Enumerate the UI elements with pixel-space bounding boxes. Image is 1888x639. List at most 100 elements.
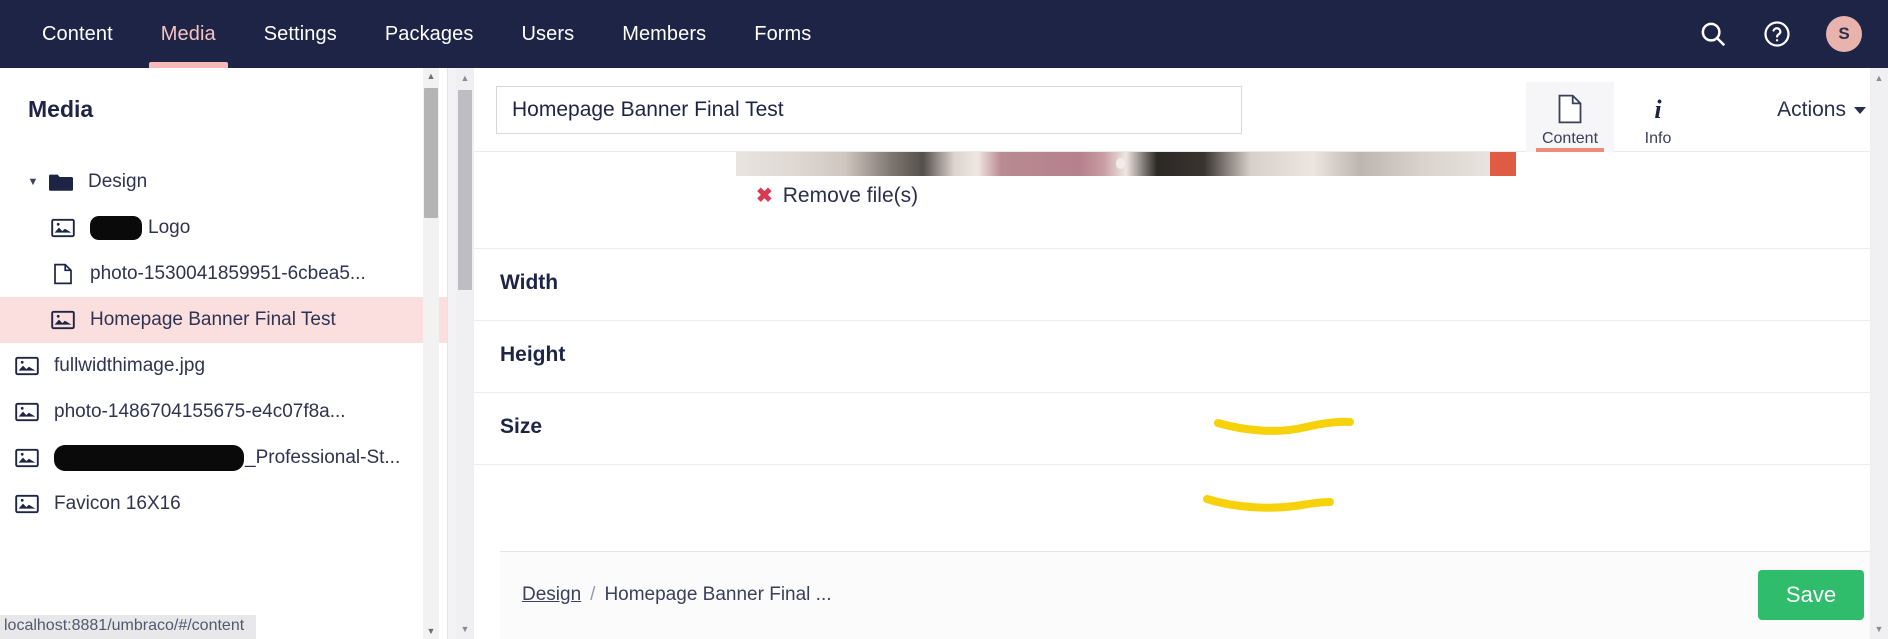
media-name-input[interactable] [496,85,1242,134]
svg-text:i: i [1654,95,1662,124]
tree-item-label: _Professional-St... [54,445,400,471]
breadcrumb-link-design[interactable]: Design [522,584,581,606]
chevron-down-icon[interactable]: ▼ [22,176,44,188]
tree-item-photo-1530041859951[interactable]: photo-1530041859951-6cbea5... [0,251,447,297]
media-tree: ▼ Design Logo photo-1530041859951-6cbea5… [0,159,447,527]
tree-item-label: photo-1530041859951-6cbea5... [90,263,366,284]
top-nav-actions: S [1698,0,1862,68]
redaction-block [54,445,244,471]
editor-body: ✖ Remove file(s) Width Height Size [474,152,1888,555]
avatar[interactable]: S [1826,16,1862,52]
tree-item-label: Favicon 16X16 [54,493,181,514]
uploaded-file-preview [736,152,1516,176]
chevron-down-icon [1854,106,1866,114]
tree-item-text: Logo [148,217,191,239]
tree-item-label: Homepage Banner Final Test [90,309,336,330]
property-label: Width [500,271,559,294]
scroll-up-arrow-icon[interactable]: ▲ [1870,70,1888,86]
preview-highlight [1116,158,1125,169]
nav-item-label: Content [42,22,113,45]
editor-footer: Design / Homepage Banner Final ... Save [500,551,1888,639]
property-label: Size [500,415,543,438]
remove-files-button[interactable]: ✖ Remove file(s) [756,184,918,208]
image-icon [10,494,44,514]
breadcrumb-separator: / [590,584,596,605]
scroll-up-arrow-icon[interactable]: ▲ [456,70,474,86]
tab-label: Info [1644,130,1672,147]
nav-item-media[interactable]: Media [137,0,240,68]
redaction-block [90,216,142,240]
tree-item-photo-1486704155675[interactable]: photo-1486704155675-e4c07f8a... [0,389,447,435]
tree-item-homepage-banner-final-test[interactable]: Homepage Banner Final Test [0,297,447,343]
status-bar-url: localhost:8881/umbraco/#/content [0,615,257,639]
actions-dropdown-button[interactable]: Actions [1777,98,1866,122]
top-navigation-bar: Content Media Settings Packages Users Me… [0,0,1888,68]
image-icon [10,448,44,468]
property-label: Height [500,343,566,366]
scroll-down-arrow-icon[interactable]: ▼ [456,621,474,637]
tab-info[interactable]: i Info [1614,82,1702,152]
tab-content[interactable]: Content [1526,82,1614,152]
tree-item-design[interactable]: ▼ Design [0,159,447,205]
property-row-height: Height [474,320,1888,392]
avatar-initial: S [1838,24,1850,43]
remove-files-label: Remove file(s) [782,184,919,207]
sidebar-scrollbar[interactable]: ▲ ▼ [423,68,439,639]
image-icon [10,402,44,422]
nav-item-label: Media [160,22,216,45]
document-icon [1557,92,1583,126]
tree-item-favicon-16x16[interactable]: Favicon 16X16 [0,481,447,527]
annotation-underline-height [1203,495,1334,512]
property-row-size: Size [474,392,1888,464]
info-italic-icon: i [1645,92,1671,126]
editor-main-region: ▲ ▼ Content i [448,68,1888,639]
editor-scrollbar[interactable]: ▲ ▼ [456,68,474,639]
property-row-width: Width [474,248,1888,320]
editor-tabs: Content i Info [1526,82,1702,152]
scrollbar-thumb[interactable] [458,90,472,290]
tree-item-text: _Professional-St... [245,447,401,469]
tree-item-label: Logo [90,216,190,240]
top-nav-items: Content Media Settings Packages Users Me… [0,0,835,68]
tree-item-fullwidthimage[interactable]: fullwidthimage.jpg [0,343,447,389]
help-circle-icon[interactable] [1762,19,1792,49]
editor-header: Content i Info Actions [474,68,1888,152]
nav-item-label: Forms [754,22,812,45]
property-row-divider [474,464,1888,465]
x-icon: ✖ [756,185,773,207]
scroll-down-arrow-icon[interactable]: ▼ [1870,621,1888,637]
remove-files-row: ✖ Remove file(s) [474,176,1888,230]
nav-item-packages[interactable]: Packages [361,0,498,68]
breadcrumb-current: Homepage Banner Final ... [604,584,832,605]
actions-label: Actions [1777,98,1846,121]
sidebar-title: Media [28,96,94,122]
nav-item-label: Packages [384,22,474,45]
tree-item-label: fullwidthimage.jpg [54,355,206,376]
nav-item-settings[interactable]: Settings [240,0,361,68]
image-icon [46,218,80,238]
image-icon [10,356,44,376]
file-icon [46,263,80,285]
breadcrumb: Design / Homepage Banner Final ... [522,584,832,606]
nav-item-users[interactable]: Users [497,0,598,68]
folder-icon [44,172,78,192]
nav-item-label: Settings [263,22,337,45]
media-sidebar: Media ▼ Design Logo photo-1530041859951-… [0,68,448,639]
tree-item-label: photo-1486704155675-e4c07f8a... [54,401,346,422]
tree-item-label: Design [88,171,148,192]
window-scrollbar[interactable]: ▲ ▼ [1870,68,1888,639]
tab-label: Content [1541,130,1599,147]
nav-item-members[interactable]: Members [598,0,730,68]
save-button[interactable]: Save [1758,570,1864,620]
scrollbar-thumb[interactable] [424,88,438,218]
nav-item-forms[interactable]: Forms [730,0,835,68]
nav-item-label: Members [622,22,707,45]
nav-item-label: Users [521,22,575,45]
search-icon[interactable] [1698,19,1728,49]
tree-item-logo[interactable]: Logo [0,205,447,251]
nav-item-content[interactable]: Content [18,0,137,68]
tree-item-professional-st[interactable]: _Professional-St... [0,435,447,481]
umbraco-media-editor: Content Media Settings Packages Users Me… [0,0,1888,639]
scroll-down-arrow-icon[interactable]: ▼ [423,623,439,639]
scroll-up-arrow-icon[interactable]: ▲ [423,68,439,84]
